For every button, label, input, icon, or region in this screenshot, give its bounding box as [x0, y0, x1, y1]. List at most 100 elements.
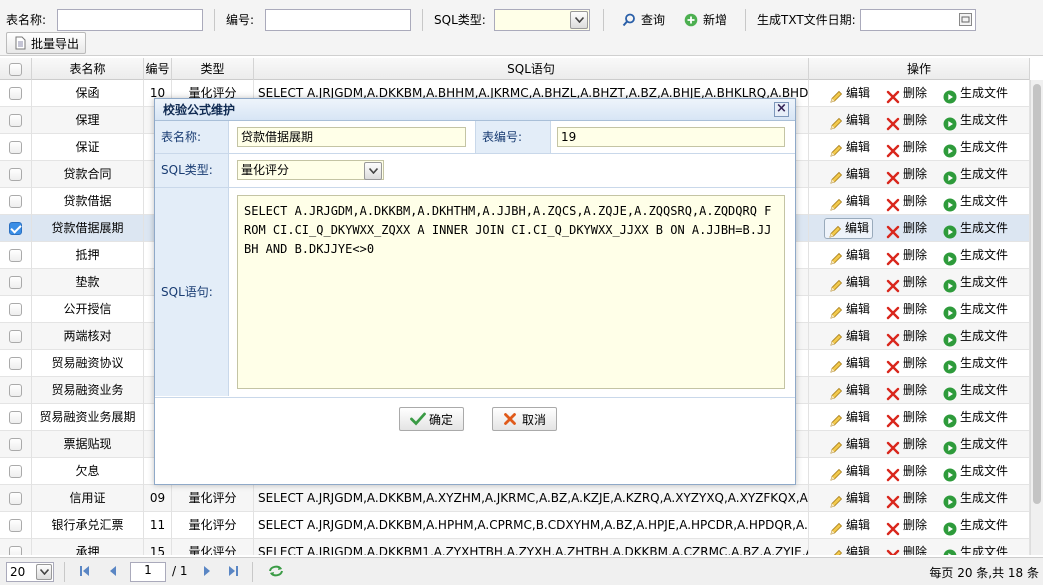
row-checkbox[interactable] — [9, 303, 22, 316]
delete-button[interactable]: 删除 — [886, 512, 927, 539]
row-checkbox[interactable] — [9, 114, 22, 127]
generate-file-button[interactable]: 生成文件 — [943, 134, 1008, 161]
last-page-icon[interactable] — [226, 564, 240, 581]
first-page-icon[interactable] — [78, 564, 92, 581]
header-number[interactable]: 编号 — [144, 58, 172, 80]
row-checkbox[interactable] — [9, 195, 22, 208]
edit-button[interactable]: 编辑 — [829, 323, 870, 350]
row-checkbox-cell[interactable] — [0, 404, 32, 431]
dialog-title-bar[interactable]: 校验公式维护 × — [155, 99, 795, 121]
generate-file-button[interactable]: 生成文件 — [943, 215, 1008, 242]
close-icon[interactable]: × — [774, 102, 789, 117]
edit-button[interactable]: 编辑 — [829, 80, 870, 107]
row-checkbox[interactable] — [9, 87, 22, 100]
edit-button[interactable]: 编辑 — [829, 161, 870, 188]
row-checkbox[interactable] — [9, 141, 22, 154]
edit-button[interactable]: 编辑 — [829, 458, 870, 485]
generate-file-button[interactable]: 生成文件 — [943, 161, 1008, 188]
row-checkbox-cell[interactable] — [0, 512, 32, 539]
delete-button[interactable]: 删除 — [886, 242, 927, 269]
add-button[interactable]: 新增 — [684, 11, 727, 28]
query-button[interactable]: 查询 — [622, 11, 665, 28]
row-checkbox-cell[interactable] — [0, 431, 32, 458]
row-checkbox[interactable] — [9, 492, 22, 505]
row-checkbox[interactable] — [9, 222, 22, 235]
generate-file-button[interactable]: 生成文件 — [943, 80, 1008, 107]
row-checkbox[interactable] — [9, 546, 22, 555]
row-checkbox[interactable] — [9, 411, 22, 424]
chevron-down-icon[interactable] — [570, 11, 588, 29]
delete-button[interactable]: 删除 — [886, 431, 927, 458]
row-checkbox[interactable] — [9, 357, 22, 370]
edit-button[interactable]: 编辑 — [829, 296, 870, 323]
header-type[interactable]: 类型 — [172, 58, 254, 80]
generate-file-button[interactable]: 生成文件 — [943, 431, 1008, 458]
row-checkbox-cell[interactable] — [0, 269, 32, 296]
edit-button[interactable]: 编辑 — [829, 404, 870, 431]
edit-button[interactable]: 编辑 — [829, 377, 870, 404]
delete-button[interactable]: 删除 — [886, 269, 927, 296]
edit-button[interactable]: 编辑 — [829, 188, 870, 215]
txt-date-input[interactable] — [860, 9, 976, 31]
edit-button[interactable]: 编辑 — [829, 269, 870, 296]
scrollbar-thumb[interactable] — [1033, 84, 1041, 504]
delete-button[interactable]: 删除 — [886, 485, 927, 512]
refresh-icon[interactable] — [268, 564, 284, 581]
delete-button[interactable]: 删除 — [886, 215, 927, 242]
row-checkbox-cell[interactable] — [0, 350, 32, 377]
row-checkbox-cell[interactable] — [0, 215, 32, 242]
delete-button[interactable]: 删除 — [886, 188, 927, 215]
header-table-name[interactable]: 表名称 — [32, 58, 144, 80]
generate-file-button[interactable]: 生成文件 — [943, 188, 1008, 215]
generate-file-button[interactable]: 生成文件 — [943, 350, 1008, 377]
edit-button[interactable]: 编辑 — [829, 485, 870, 512]
edit-button[interactable]: 编辑 — [829, 539, 870, 555]
delete-button[interactable]: 删除 — [886, 161, 927, 188]
generate-file-button[interactable]: 生成文件 — [943, 404, 1008, 431]
chevron-down-icon[interactable] — [364, 162, 382, 180]
next-page-icon[interactable] — [200, 564, 214, 581]
row-checkbox[interactable] — [9, 330, 22, 343]
row-checkbox-cell[interactable] — [0, 323, 32, 350]
row-checkbox-cell[interactable] — [0, 107, 32, 134]
edit-button[interactable]: 编辑 — [829, 350, 870, 377]
row-checkbox[interactable] — [9, 168, 22, 181]
select-all-header[interactable] — [0, 58, 32, 80]
row-checkbox[interactable] — [9, 465, 22, 478]
dialog-sql-textarea[interactable]: SELECT A.JRJGDM,A.DKKBM,A.DKHTHM,A.JJBH,… — [237, 195, 785, 389]
generate-file-button[interactable]: 生成文件 — [943, 242, 1008, 269]
chevron-down-icon[interactable] — [36, 564, 52, 580]
generate-file-button[interactable]: 生成文件 — [943, 458, 1008, 485]
generate-file-button[interactable]: 生成文件 — [943, 269, 1008, 296]
row-checkbox[interactable] — [9, 519, 22, 532]
dialog-table-name-input[interactable]: 贷款借据展期 — [237, 127, 466, 147]
batch-export-button[interactable]: 批量导出 — [6, 32, 87, 54]
edit-button[interactable]: 编辑 — [829, 134, 870, 161]
prev-page-icon[interactable] — [106, 564, 120, 581]
row-checkbox-cell[interactable] — [0, 539, 32, 555]
row-checkbox-cell[interactable] — [0, 134, 32, 161]
row-checkbox[interactable] — [9, 249, 22, 262]
row-checkbox-cell[interactable] — [0, 188, 32, 215]
row-checkbox[interactable] — [9, 384, 22, 397]
delete-button[interactable]: 删除 — [886, 296, 927, 323]
row-checkbox-cell[interactable] — [0, 377, 32, 404]
generate-file-button[interactable]: 生成文件 — [943, 377, 1008, 404]
delete-button[interactable]: 删除 — [886, 323, 927, 350]
row-checkbox-cell[interactable] — [0, 242, 32, 269]
select-all-checkbox[interactable] — [9, 63, 22, 76]
edit-button[interactable]: 编辑 — [829, 242, 870, 269]
delete-button[interactable]: 删除 — [886, 107, 927, 134]
dialog-sql-type-select[interactable]: 量化评分 — [237, 160, 384, 180]
delete-button[interactable]: 删除 — [886, 350, 927, 377]
page-size-select[interactable]: 20 — [6, 562, 54, 582]
table-row[interactable]: 银行承兑汇票 11 量化评分 SELECT A.JRJGDM,A.DKKBM,A… — [0, 512, 1030, 539]
sql-type-select[interactable] — [494, 9, 590, 31]
dialog-table-no-input[interactable]: 19 — [557, 127, 785, 147]
row-checkbox-cell[interactable] — [0, 161, 32, 188]
generate-file-button[interactable]: 生成文件 — [943, 323, 1008, 350]
row-checkbox[interactable] — [9, 438, 22, 451]
edit-button[interactable]: 编辑 — [829, 107, 870, 134]
table-row[interactable]: 信用证 09 量化评分 SELECT A.JRJGDM,A.DKKBM,A.XY… — [0, 485, 1030, 512]
edit-button[interactable]: 编辑 — [824, 218, 874, 239]
